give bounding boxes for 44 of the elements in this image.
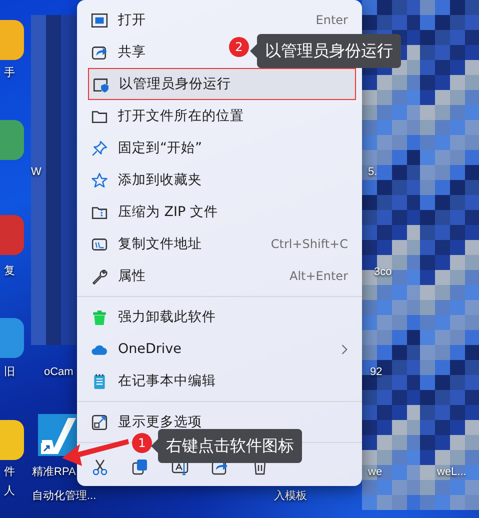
- menu-item[interactable]: 复制文件地址 Ctrl+Shift+C: [88, 228, 356, 260]
- menu-item[interactable]: 以管理员身份运行: [88, 68, 356, 100]
- pin-icon: [91, 140, 108, 156]
- path-icon: [91, 236, 108, 252]
- annotation-arrow: [62, 439, 129, 466]
- shield-icon: [92, 76, 109, 92]
- trash-icon: [91, 308, 108, 326]
- menu-item[interactable]: 属性 Alt+Enter: [88, 260, 356, 292]
- notepad-icon: [91, 372, 108, 390]
- icon-label: 旧: [4, 366, 15, 380]
- star-icon: [91, 172, 108, 188]
- window-icon: [91, 12, 108, 28]
- share-icon: [91, 44, 108, 60]
- icon-label: 入模板: [274, 490, 307, 504]
- icon-label: 5.: [368, 166, 378, 180]
- menu-item[interactable]: 压缩为 ZIP 文件: [88, 196, 356, 228]
- tooltip-pointer: [151, 439, 158, 453]
- copy-icon: [131, 458, 149, 476]
- icon-label: 3co: [374, 266, 392, 280]
- icon-label: 人: [4, 485, 15, 498]
- icon-label: 手: [4, 67, 15, 80]
- icon-label: W: [31, 166, 42, 180]
- menu-item[interactable]: 在记事本中编辑: [88, 365, 356, 397]
- icon-label: 精准RPA: [32, 466, 76, 480]
- cut-icon: [91, 458, 109, 476]
- icon-label: 件: [4, 466, 15, 480]
- menu-item[interactable]: 添加到收藏夹: [88, 164, 356, 196]
- menu-item[interactable]: 强力卸载此软件: [88, 301, 356, 333]
- icon-label: oCam: [44, 366, 74, 380]
- menu-item[interactable]: OneDrive: [88, 333, 356, 365]
- icon-label: 复: [4, 265, 15, 278]
- icon-label: 92: [370, 366, 382, 380]
- callout-tooltip: 以管理员身份运行: [250, 34, 401, 68]
- menu-item[interactable]: 打开 Enter: [88, 4, 356, 36]
- wrench-icon: [91, 268, 108, 284]
- menu-item[interactable]: 固定到“开始”: [88, 132, 356, 164]
- callout-tooltip: 右键点击软件图标: [151, 429, 302, 463]
- expand-icon: [91, 414, 108, 430]
- menu-item[interactable]: 打开文件所在的位置: [88, 100, 356, 132]
- tooltip-pointer: [250, 44, 257, 58]
- icon-label: we: [368, 466, 382, 480]
- icon-label: 自动化管理...: [32, 490, 96, 504]
- icon-label: weL...: [437, 466, 466, 480]
- app-shortcut-icon[interactable]: [38, 414, 78, 456]
